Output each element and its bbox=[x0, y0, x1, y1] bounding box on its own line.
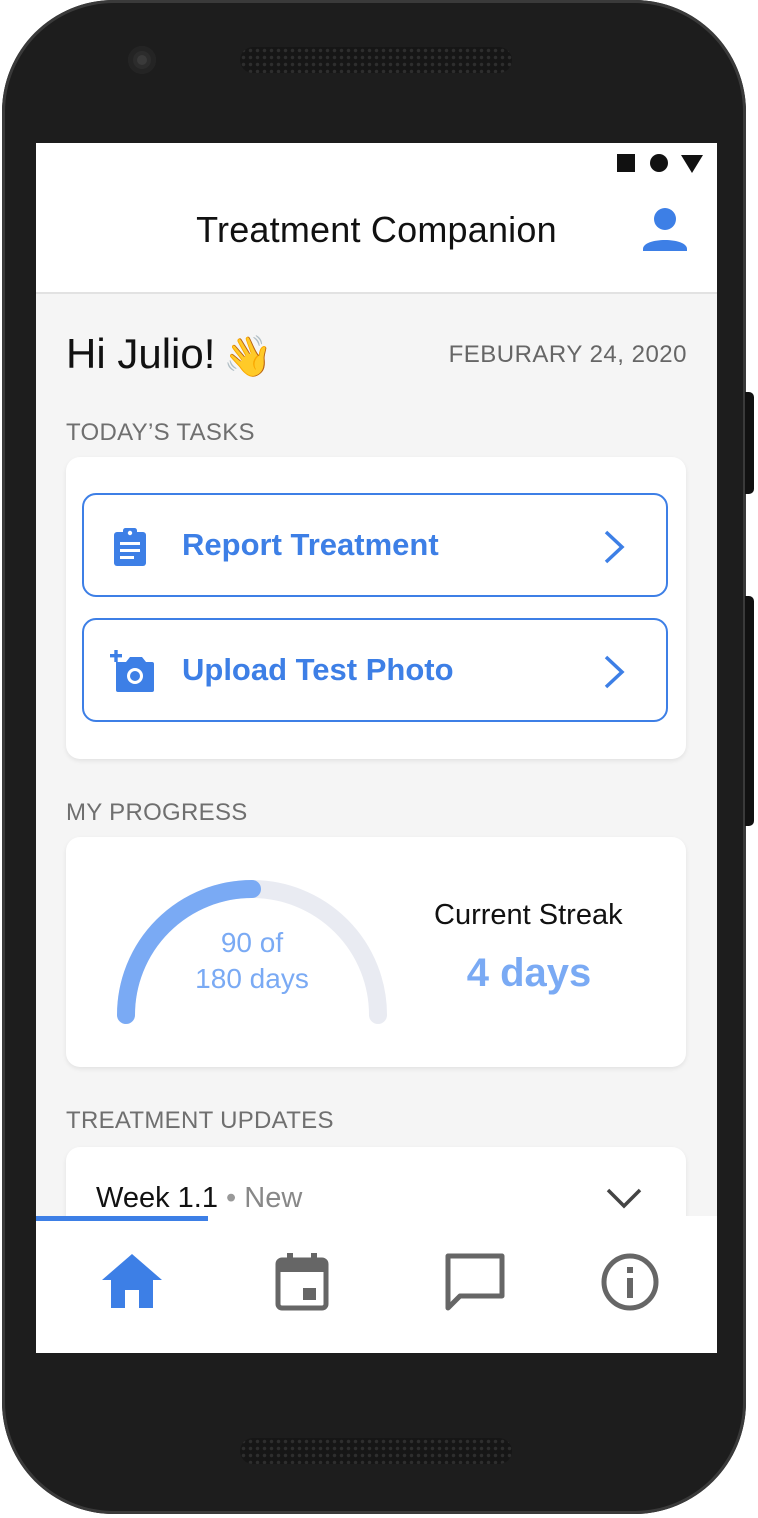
top-speaker bbox=[240, 47, 512, 73]
progress-section-label: MY PROGRESS bbox=[66, 799, 248, 826]
gauge-label-line1: 90 of bbox=[220, 927, 284, 958]
current-date: FEBURARY 24, 2020 bbox=[448, 341, 687, 368]
progress-card: 90 of 180 days Current Streak 4 days bbox=[66, 837, 686, 1067]
screen: Treatment Companion Hi Julio! 👋 FEBURARY … bbox=[36, 143, 717, 1353]
greeting-text: Hi Julio! bbox=[66, 330, 216, 377]
chevron-right-icon bbox=[604, 530, 625, 564]
stop-icon bbox=[617, 154, 635, 172]
new-badge: New bbox=[244, 1182, 303, 1214]
updates-section-label: TREATMENT UPDATES bbox=[66, 1107, 334, 1134]
record-icon bbox=[650, 154, 668, 172]
clipboard-icon bbox=[114, 528, 146, 566]
app-title: Treatment Companion bbox=[196, 209, 557, 250]
update-week: Week 1.1 bbox=[96, 1182, 218, 1214]
bottom-speaker bbox=[240, 1438, 512, 1464]
home-icon[interactable] bbox=[100, 1252, 164, 1310]
front-camera bbox=[128, 46, 156, 74]
phone-frame: Treatment Companion Hi Julio! 👋 FEBURARY … bbox=[2, 0, 746, 1514]
chevron-right-icon bbox=[604, 655, 625, 689]
upload-test-photo-button[interactable]: Upload Test Photo bbox=[82, 618, 668, 722]
power-button bbox=[745, 392, 754, 494]
volume-button bbox=[745, 596, 754, 826]
chat-icon[interactable] bbox=[444, 1252, 506, 1312]
gauge-label-line2: 180 days bbox=[195, 963, 309, 994]
add-photo-icon bbox=[110, 650, 154, 692]
greeting: Hi Julio! 👋 bbox=[66, 330, 273, 380]
wave-emoji: 👋 bbox=[223, 335, 274, 380]
report-treatment-button[interactable]: Report Treatment bbox=[82, 493, 668, 597]
update-title: Week 1.1 • New bbox=[96, 1182, 302, 1215]
chevron-down-icon[interactable] bbox=[606, 1187, 642, 1209]
report-treatment-label: Report Treatment bbox=[182, 527, 439, 562]
calendar-icon[interactable] bbox=[274, 1252, 330, 1312]
bullet-separator: • bbox=[226, 1182, 245, 1214]
bottom-navigation bbox=[36, 1216, 717, 1353]
streak-value: 4 days bbox=[466, 951, 592, 995]
gauge-label: 90 of 180 days bbox=[152, 925, 352, 997]
upload-test-photo-label: Upload Test Photo bbox=[182, 652, 454, 687]
tasks-section-label: TODAY’S TASKS bbox=[66, 419, 255, 446]
signal-icon bbox=[681, 155, 703, 173]
tasks-card: Report Treatment Upload Test Photo bbox=[66, 457, 686, 759]
info-icon[interactable] bbox=[600, 1252, 660, 1312]
active-tab-indicator bbox=[36, 1216, 208, 1221]
app-bar: Treatment Companion bbox=[36, 181, 717, 294]
status-bar bbox=[36, 143, 717, 181]
profile-icon[interactable] bbox=[641, 205, 689, 253]
streak-label: Current Streak bbox=[434, 899, 623, 931]
